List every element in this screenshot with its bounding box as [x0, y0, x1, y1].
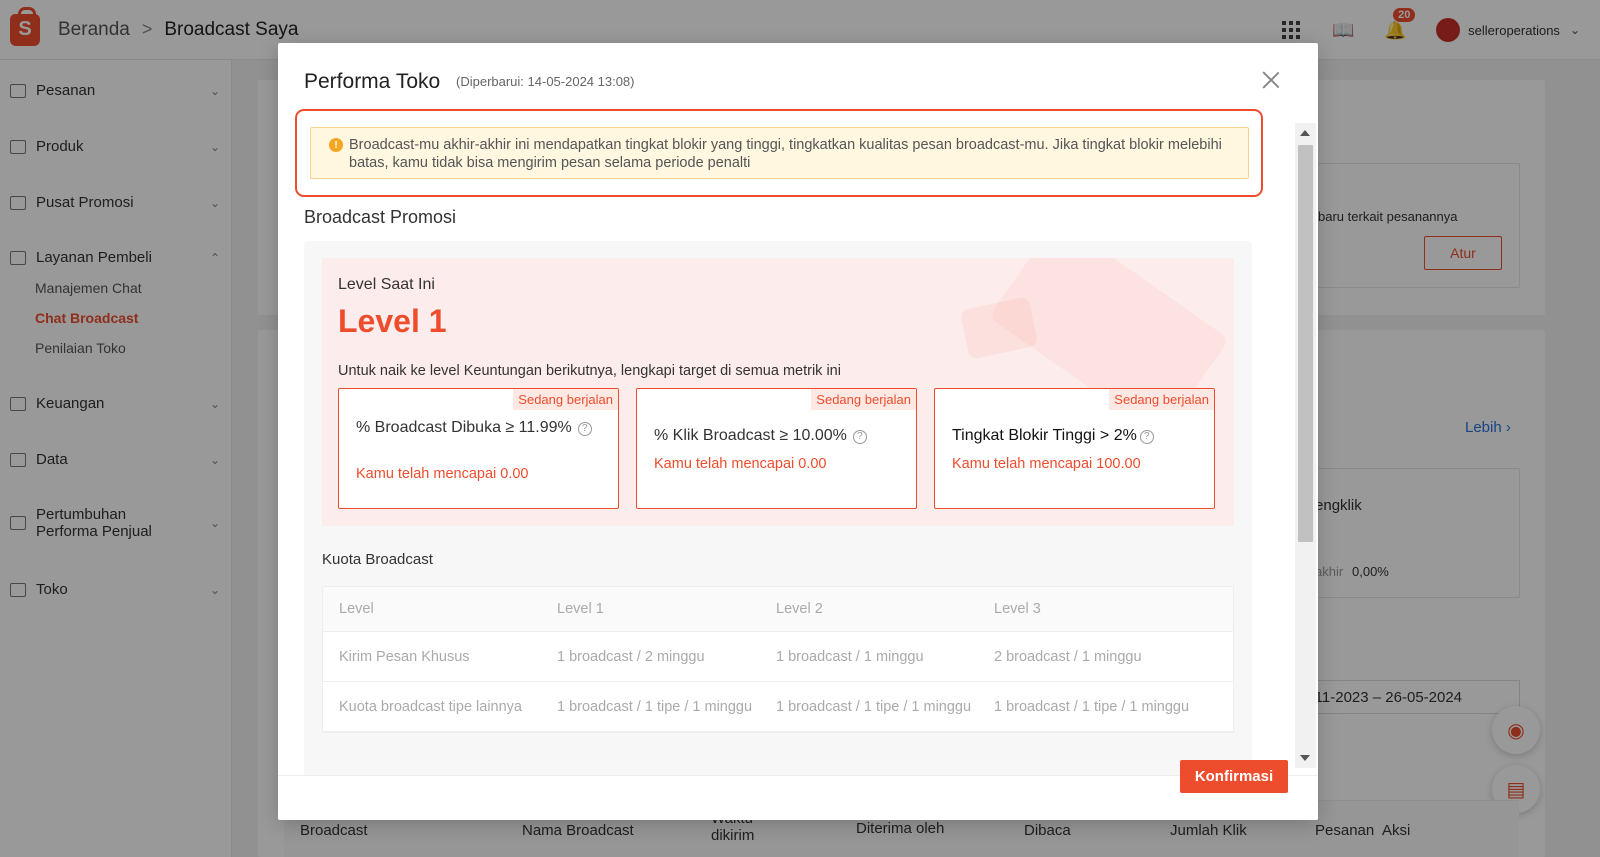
table-row: Level Level 1 Level 2 Level 3: [323, 587, 1233, 632]
metric-achieved: Kamu telah mencapai 0.00: [356, 466, 529, 482]
broadcast-promosi-panel: Level Saat Ini Level 1 Untuk naik ke lev…: [304, 241, 1252, 775]
scrollbar-thumb[interactable]: [1298, 145, 1313, 542]
table-row: Kirim Pesan Khusus 1 broadcast / 2 mingg…: [323, 632, 1233, 682]
table-header-cell: Level: [339, 601, 374, 617]
quota-title: Kuota Broadcast: [322, 551, 433, 568]
quota-table: Level Level 1 Level 2 Level 3 Kirim Pesa…: [322, 586, 1234, 733]
current-level-value: Level 1: [338, 303, 447, 339]
warning-banner: ! Broadcast-mu akhir-akhir ini mendapatk…: [310, 127, 1249, 179]
table-header-cell: Level 1: [557, 601, 604, 617]
section-title: Broadcast Promosi: [304, 207, 457, 227]
help-icon[interactable]: ?: [852, 430, 867, 444]
current-level-label: Level Saat Ini: [338, 276, 435, 293]
modal-updated-timestamp: (Diperbarui: 14-05-2024 13:08): [456, 74, 635, 89]
warning-text: Broadcast-mu akhir-akhir ini mendapatkan…: [349, 137, 1222, 171]
status-badge: Sedang berjalan: [1109, 389, 1214, 410]
table-header-cell: Level 3: [994, 601, 1041, 617]
metric-card-block-rate: Sedang berjalan Tingkat Blokir Tinggi > …: [934, 388, 1215, 509]
performa-toko-modal: Performa Toko (Diperbarui: 14-05-2024 13…: [278, 43, 1318, 820]
status-badge: Sedang berjalan: [513, 389, 618, 410]
help-icon[interactable]: ?: [577, 422, 592, 436]
metric-name: Tingkat Blokir Tinggi > 2%?: [952, 427, 1154, 445]
help-icon[interactable]: ?: [1139, 430, 1154, 444]
level-description: Untuk naik ke level Keuntungan berikutny…: [338, 363, 841, 379]
table-header-cell: Level 2: [776, 601, 823, 617]
status-badge: Sedang berjalan: [811, 389, 916, 410]
table-cell: 2 broadcast / 1 minggu: [994, 648, 1142, 665]
scroll-up-icon[interactable]: [1300, 130, 1310, 136]
warning-icon: !: [329, 138, 343, 152]
metric-name-text: % Klik Broadcast ≥ 10.00%: [654, 427, 847, 444]
scroll-down-icon[interactable]: [1300, 755, 1310, 761]
table-cell: 1 broadcast / 1 tipe / 1 minggu: [994, 698, 1190, 715]
metric-achieved: Kamu telah mencapai 0.00: [654, 456, 827, 472]
modal-footer: [278, 775, 1318, 820]
scrollbar[interactable]: [1295, 123, 1316, 768]
table-cell: 1 broadcast / 2 minggu: [557, 648, 705, 665]
table-cell: 1 broadcast / 1 tipe / 1 minggu: [776, 698, 972, 715]
table-cell: 1 broadcast / 1 tipe / 1 minggu: [557, 698, 753, 715]
current-level-box: Level Saat Ini Level 1 Untuk naik ke lev…: [322, 258, 1234, 526]
metric-card-click-rate: Sedang berjalan % Klik Broadcast ≥ 10.00…: [636, 388, 917, 509]
table-cell: Kirim Pesan Khusus: [339, 648, 470, 665]
metric-name: % Broadcast Dibuka ≥ 11.99%?: [356, 417, 596, 439]
table-cell: Kuota broadcast tipe lainnya: [339, 698, 522, 715]
metric-name: % Klik Broadcast ≥ 10.00%?: [654, 427, 867, 445]
table-cell: 1 broadcast / 1 minggu: [776, 648, 924, 665]
metric-name-text: Tingkat Blokir Tinggi > 2%: [952, 427, 1137, 444]
metric-achieved: Kamu telah mencapai 100.00: [952, 456, 1141, 472]
metric-name-text: % Broadcast Dibuka ≥ 11.99%: [356, 419, 572, 436]
chat-bubble-icon: [959, 296, 1039, 360]
metric-card-open-rate: Sedang berjalan % Broadcast Dibuka ≥ 11.…: [338, 388, 619, 509]
table-row: Kuota broadcast tipe lainnya 1 broadcast…: [323, 682, 1233, 732]
modal-scroll-area[interactable]: Broadcast Promosi Level Saat Ini Level 1…: [278, 203, 1318, 775]
konfirmasi-button[interactable]: Konfirmasi: [1180, 760, 1288, 793]
close-icon[interactable]: [1262, 71, 1280, 89]
modal-title: Performa Toko: [304, 70, 441, 93]
